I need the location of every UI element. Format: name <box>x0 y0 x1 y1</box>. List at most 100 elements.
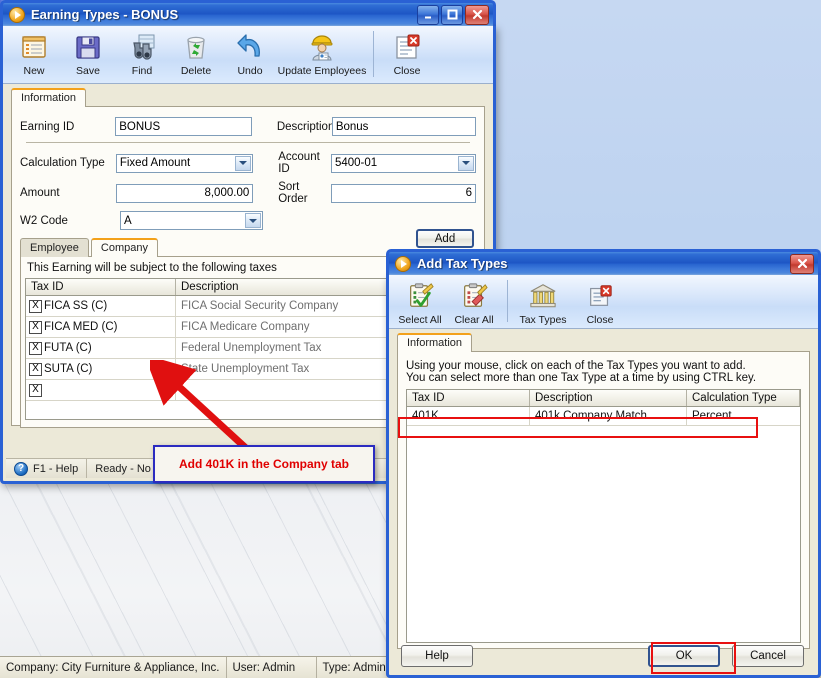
tab-information[interactable]: Information <box>11 88 87 107</box>
toolbar-label: New <box>23 65 45 77</box>
toolbar-label: Clear All <box>454 314 494 326</box>
toolbar-button-save[interactable]: Save <box>61 29 115 77</box>
grid-column-tax-id: Tax ID <box>407 390 530 406</box>
status-help[interactable]: ? F1 - Help <box>6 459 88 478</box>
play-circle-icon <box>395 255 411 272</box>
document-close-icon <box>583 280 617 312</box>
instructions-line-2: You can select more than one Tax Type at… <box>406 372 757 384</box>
add-button[interactable]: Add <box>416 229 474 248</box>
new-document-icon <box>17 31 51 63</box>
toolbar-label: Save <box>76 65 100 77</box>
toolbar-label: Select All <box>398 314 442 326</box>
grid-header: Tax ID Description Calculation Type <box>407 390 800 407</box>
status-help-label: F1 - Help <box>33 462 79 475</box>
toolbar-separator <box>507 280 508 322</box>
bank-building-icon <box>526 280 560 312</box>
amount-input[interactable]: 8,000.00 <box>115 183 254 203</box>
binoculars-icon <box>125 31 159 63</box>
minimize-button[interactable] <box>417 4 439 25</box>
earning-types-titlebar[interactable]: Earning Types - BONUS <box>0 0 496 26</box>
toolbar-button-tax-types[interactable]: Tax Types <box>514 278 572 326</box>
account-id-select[interactable]: 5400-01 <box>330 153 477 173</box>
toolbar-button-delete[interactable]: Delete <box>169 29 223 77</box>
account-id-value: 5400-01 <box>334 157 378 169</box>
maximize-button[interactable] <box>441 4 463 25</box>
dialog-close-button[interactable] <box>790 253 814 274</box>
row-delete-icon[interactable]: X <box>29 362 42 376</box>
dialog-title: Add Tax Types <box>417 256 508 271</box>
description-input[interactable]: Bonus <box>331 117 476 136</box>
toolbar-label: Find <box>131 65 153 77</box>
toolbar-label: Update Employees <box>277 65 367 77</box>
form-row-earning-id: Earning ID BONUS Description Bonus <box>20 117 476 136</box>
cell-tax-id: SUTA (C) <box>44 363 93 375</box>
toolbar-button-select-all[interactable]: Select All <box>393 278 447 326</box>
toolbar-button-new[interactable]: New <box>7 29 61 77</box>
dialog-button-bar: Help OK Cancel <box>389 645 818 669</box>
form-row-calculation-type: Calculation Type Fixed Amount Account ID… <box>20 151 477 175</box>
toolbar-button-close[interactable]: Close <box>572 278 628 326</box>
toolbar-label: Close <box>393 65 421 77</box>
w2-code-value: A <box>124 214 132 227</box>
sort-order-input[interactable]: 6 <box>330 183 477 203</box>
ok-button[interactable]: OK <box>648 645 720 667</box>
toolbar-button-update-employees[interactable]: Update Employees <box>277 29 367 77</box>
annotation-callout: Add 401K in the Company tab <box>153 445 375 483</box>
help-button[interactable]: Help <box>401 645 473 667</box>
w2-code-select[interactable]: A <box>120 211 263 230</box>
tab-information[interactable]: Information <box>397 333 473 352</box>
calculation-type-select[interactable]: Fixed Amount <box>115 153 254 173</box>
cell-tax-id: FUTA (C) <box>44 342 92 354</box>
tab-company[interactable]: Company <box>90 238 158 257</box>
toolbar-label: Undo <box>237 65 263 77</box>
floppy-disk-icon <box>71 31 105 63</box>
play-circle-icon <box>9 6 25 23</box>
sort-order-label: Sort Order <box>278 181 308 205</box>
toolbar-label: Delete <box>180 65 212 77</box>
grid-column-tax-id: Tax ID <box>26 279 176 295</box>
row-delete-icon[interactable]: X <box>29 383 42 397</box>
toolbar-button-clear-all[interactable]: Clear All <box>447 278 501 326</box>
cancel-button[interactable]: Cancel <box>732 645 804 667</box>
undo-arrow-icon <box>233 31 267 63</box>
status-user: User: Admin <box>227 657 317 678</box>
form-row-amount: Amount 8,000.00 Sort Order 6 <box>20 181 477 205</box>
tax-types-grid[interactable]: Tax ID Description Calculation Type 401K… <box>406 389 801 643</box>
toolbar-label: Tax Types <box>519 314 567 326</box>
cell-tax-id: FICA SS (C) <box>44 300 108 312</box>
form-row-w2-code: W2 Code A <box>20 211 476 230</box>
close-button[interactable] <box>465 4 489 25</box>
dialog-toolbar: Select All Clear All Tax Types Close <box>389 275 818 329</box>
chevron-down-icon[interactable] <box>458 155 475 171</box>
toolbar-button-close[interactable]: Close <box>380 29 434 77</box>
clipboard-check-icon <box>403 280 437 312</box>
add-tax-types-titlebar[interactable]: Add Tax Types <box>386 249 821 275</box>
earning-types-toolbar: New Save Find Delete Undo Update Employe… <box>3 26 493 84</box>
chevron-down-icon[interactable] <box>245 213 261 228</box>
earning-id-label: Earning ID <box>20 120 75 133</box>
row-delete-icon[interactable]: X <box>29 341 42 355</box>
row-delete-icon[interactable]: X <box>29 320 42 334</box>
table-row[interactable]: 401K 401k Company Match Percent <box>407 407 800 426</box>
amount-label: Amount <box>20 187 60 199</box>
calculation-type-value: Fixed Amount <box>119 157 191 169</box>
toolbar-label: Close <box>586 314 614 326</box>
toolbar-button-undo[interactable]: Undo <box>223 29 277 77</box>
window-title: Earning Types - BONUS <box>31 7 179 22</box>
clipboard-erase-icon <box>457 280 491 312</box>
information-tabstrip: Information <box>3 84 493 107</box>
tab-employee[interactable]: Employee <box>20 238 89 257</box>
document-close-icon <box>390 31 424 63</box>
chevron-down-icon[interactable] <box>235 155 252 171</box>
recycle-bin-icon <box>179 31 213 63</box>
help-question-icon: ? <box>14 461 28 476</box>
grid-column-description: Description <box>530 390 687 406</box>
annotation-text: Add 401K in the Company tab <box>178 457 350 471</box>
cell-tax-id: FICA MED (C) <box>44 321 118 333</box>
row-delete-icon[interactable]: X <box>29 299 42 313</box>
add-tax-types-dialog: Add Tax Types Select All Clear All Tax T… <box>386 249 821 678</box>
earning-id-input[interactable]: BONUS <box>115 117 252 136</box>
toolbar-button-find[interactable]: Find <box>115 29 169 77</box>
window-controls <box>417 4 493 25</box>
worker-badge-icon <box>305 31 339 63</box>
